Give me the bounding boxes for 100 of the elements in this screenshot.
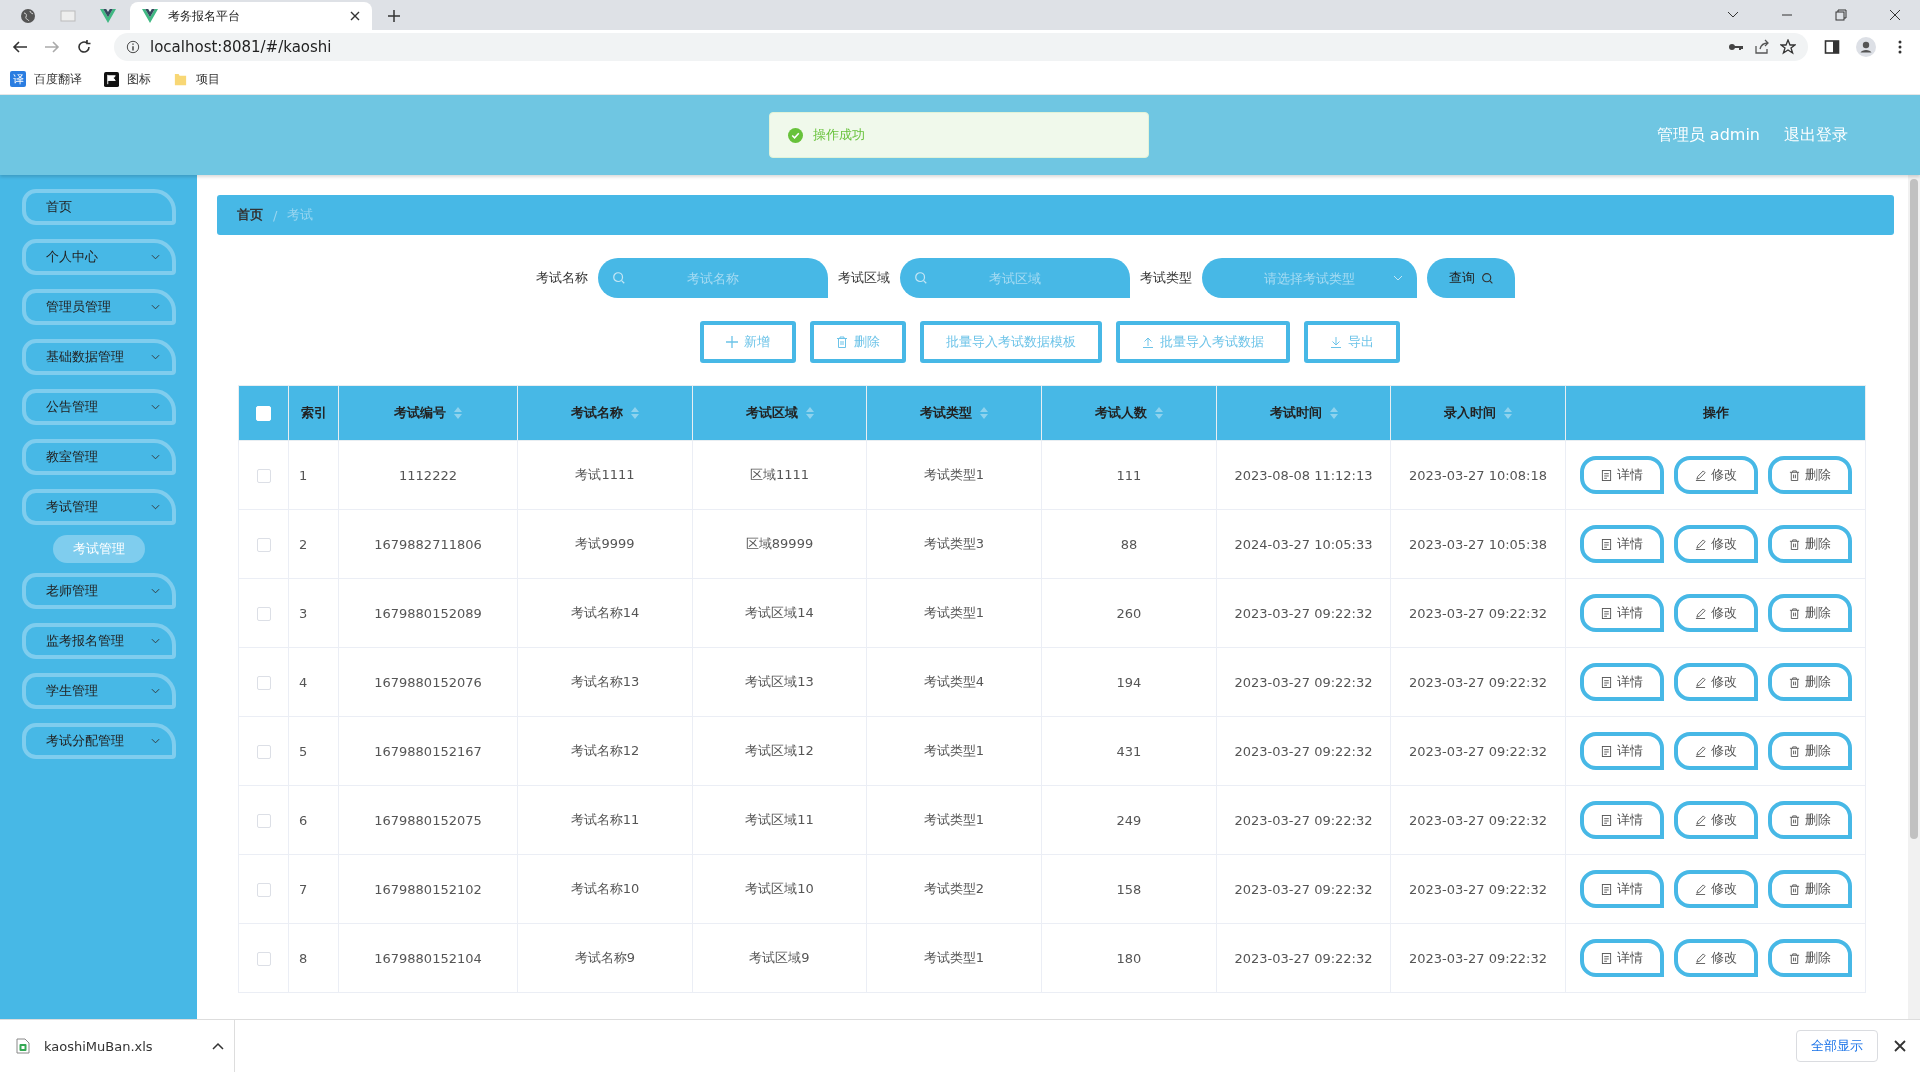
column-header[interactable]: 考试区域 xyxy=(692,385,867,441)
row-action-button[interactable]: 修改 xyxy=(1673,594,1758,632)
column-header[interactable]: 录入时间 xyxy=(1390,385,1566,441)
profile-icon[interactable] xyxy=(1856,37,1876,57)
filter-label: 考试类型 xyxy=(1140,269,1192,287)
bookmark[interactable]: 译 百度翻译 xyxy=(10,70,82,88)
star-icon[interactable] xyxy=(1780,39,1796,55)
select-all-checkbox[interactable] xyxy=(256,406,271,421)
sort-icon[interactable] xyxy=(1504,407,1512,419)
row-action-button[interactable]: 删除 xyxy=(1767,732,1852,770)
row-action-button[interactable]: 详情 xyxy=(1579,939,1664,977)
row-checkbox[interactable] xyxy=(256,606,271,621)
column-header[interactable]: 考试时间 xyxy=(1216,385,1391,441)
row-checkbox[interactable] xyxy=(256,951,271,966)
trash-icon xyxy=(1788,883,1800,895)
row-action-button[interactable]: 详情 xyxy=(1579,663,1664,701)
bookmark[interactable]: 图标 xyxy=(104,70,151,88)
sort-icon[interactable] xyxy=(1155,407,1163,419)
row-action-button[interactable]: 修改 xyxy=(1673,939,1758,977)
sort-icon[interactable] xyxy=(980,407,988,419)
row-checkbox[interactable] xyxy=(256,813,271,828)
share-icon[interactable] xyxy=(1754,39,1770,55)
forward-icon[interactable] xyxy=(44,39,60,55)
column-header[interactable]: 考试名称 xyxy=(517,385,693,441)
sidebar-item[interactable]: 个人中心 xyxy=(21,239,176,275)
download-item[interactable]: kaoshiMuBan.xls xyxy=(14,1020,235,1072)
sidebar-item[interactable]: 管理员管理 xyxy=(21,289,176,325)
row-action-button[interactable]: 删除 xyxy=(1767,525,1852,563)
close-icon[interactable] xyxy=(350,11,360,21)
close-icon[interactable] xyxy=(1889,9,1901,21)
row-checkbox[interactable] xyxy=(256,744,271,759)
scrollbar[interactable] xyxy=(1908,175,1920,1019)
row-action-button[interactable]: 详情 xyxy=(1579,732,1664,770)
sort-icon[interactable] xyxy=(454,407,462,419)
sidebar-item[interactable]: 学生管理 xyxy=(21,673,176,709)
table-cell: 2023-03-27 09:22:32 xyxy=(1216,785,1391,855)
table-cell: 194 xyxy=(1041,647,1217,717)
sidebar-item[interactable]: 教室管理 xyxy=(21,439,176,475)
row-checkbox[interactable] xyxy=(256,468,271,483)
address-bar[interactable]: localhost:8081/#/kaoshi xyxy=(114,33,1808,61)
sidebar-item[interactable]: 考试分配管理 xyxy=(21,723,176,759)
sort-icon[interactable] xyxy=(805,407,814,419)
row-action-button[interactable]: 删除 xyxy=(1767,870,1852,908)
search-field[interactable]: 考试名称 xyxy=(598,258,828,298)
row-action-button[interactable]: 详情 xyxy=(1579,801,1664,839)
show-all-button[interactable]: 全部显示 xyxy=(1796,1030,1878,1062)
table-cell: 2023-03-27 09:22:32 xyxy=(1216,716,1391,786)
breadcrumb-item[interactable]: 首页 xyxy=(237,206,263,224)
document-icon xyxy=(1600,952,1612,964)
column-header[interactable]: 考试编号 xyxy=(338,385,518,441)
reload-icon[interactable] xyxy=(76,39,92,55)
row-action-button[interactable]: 修改 xyxy=(1673,663,1758,701)
sidebar-item[interactable]: 考试管理 xyxy=(21,489,176,525)
sidebar-item[interactable]: 公告管理 xyxy=(21,389,176,425)
row-checkbox[interactable] xyxy=(256,882,271,897)
column-header[interactable]: 考试类型 xyxy=(866,385,1042,441)
row-action-button[interactable]: 修改 xyxy=(1673,870,1758,908)
row-action-button[interactable]: 修改 xyxy=(1673,732,1758,770)
row-checkbox[interactable] xyxy=(256,537,271,552)
row-action-button[interactable]: 删除 xyxy=(1767,663,1852,701)
sidebar-item[interactable]: 基础数据管理 xyxy=(21,339,176,375)
globe-icon xyxy=(20,8,36,24)
pencil-icon xyxy=(1694,538,1706,550)
table-cell: 7 xyxy=(288,854,339,924)
restore-icon[interactable] xyxy=(1835,9,1847,21)
filter-label: 考试名称 xyxy=(536,269,588,287)
browser-tab[interactable]: 考务报名平台 xyxy=(130,2,372,30)
search-button[interactable]: 查询 xyxy=(1427,258,1515,298)
sidebar-icon[interactable] xyxy=(1824,39,1840,55)
sidebar-item[interactable]: 监考报名管理 xyxy=(21,623,176,659)
table-cell: 考试类型1 xyxy=(866,923,1042,993)
select-field[interactable]: 请选择考试类型 xyxy=(1202,258,1417,298)
row-action-button[interactable]: 删除 xyxy=(1767,939,1852,977)
sidebar-item[interactable]: 首页 xyxy=(21,189,176,225)
back-icon[interactable] xyxy=(12,39,28,55)
table-cell: 考试类型3 xyxy=(866,509,1042,579)
row-action-button[interactable]: 修改 xyxy=(1673,456,1758,494)
caret-icon xyxy=(150,504,160,510)
sort-icon[interactable] xyxy=(631,407,639,419)
row-action-button[interactable]: 删除 xyxy=(1767,456,1852,494)
row-action-button[interactable]: 修改 xyxy=(1673,801,1758,839)
row-action-button[interactable]: 删除 xyxy=(1767,594,1852,632)
pencil-icon xyxy=(1694,607,1706,619)
caret-icon xyxy=(150,638,160,644)
row-action-button[interactable]: 详情 xyxy=(1579,525,1664,563)
row-action-button[interactable]: 详情 xyxy=(1579,456,1664,494)
new-tab-icon[interactable] xyxy=(388,10,400,22)
sidebar-item[interactable]: 老师管理 xyxy=(21,573,176,609)
row-action-button[interactable]: 详情 xyxy=(1579,870,1664,908)
search-field[interactable]: 考试区域 xyxy=(900,258,1130,298)
close-icon[interactable] xyxy=(1894,1040,1906,1052)
document-icon xyxy=(1600,814,1612,826)
sort-icon[interactable] xyxy=(1329,407,1338,419)
pencil-icon xyxy=(1694,952,1706,964)
row-action-button[interactable]: 详情 xyxy=(1579,594,1664,632)
row-action-button[interactable]: 修改 xyxy=(1673,525,1758,563)
row-checkbox[interactable] xyxy=(256,675,271,690)
bookmark[interactable]: 项目 xyxy=(173,70,220,88)
row-action-button[interactable]: 删除 xyxy=(1767,801,1852,839)
column-header[interactable]: 考试人数 xyxy=(1041,385,1217,441)
